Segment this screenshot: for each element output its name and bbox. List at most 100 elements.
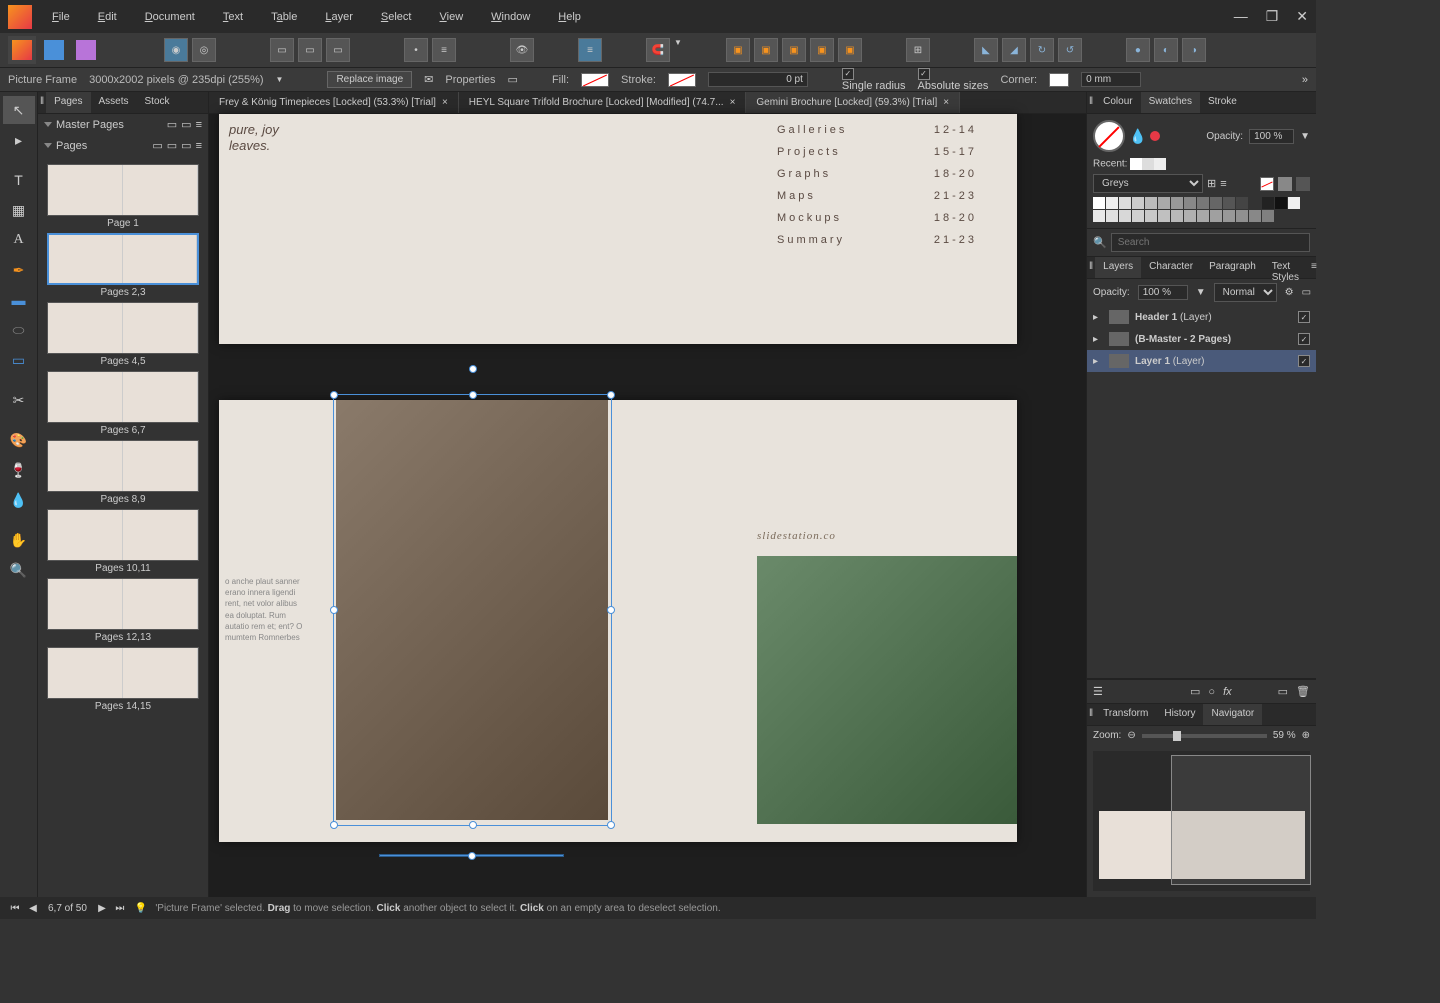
align-icon[interactable]: ⊞ (906, 38, 930, 62)
icon[interactable]: ○ (1208, 686, 1215, 698)
zoom-slider[interactable] (1142, 734, 1267, 738)
grey-swatch[interactable] (1171, 210, 1183, 222)
layer-row[interactable]: ▸(B-Master - 2 Pages) ✓ (1087, 328, 1316, 350)
grey-swatch[interactable] (1184, 197, 1196, 209)
stroke-width-input[interactable] (708, 72, 808, 87)
grey-swatch[interactable] (1145, 210, 1157, 222)
page-thumb[interactable]: Pages 14,15 (42, 647, 204, 712)
shape-icon[interactable]: ◐ (1154, 38, 1178, 62)
grey-swatch[interactable] (1106, 197, 1118, 209)
icon[interactable]: ▭ (1278, 685, 1288, 698)
icon[interactable]: ▭ (167, 118, 177, 131)
menu-help[interactable]: Help (558, 11, 581, 23)
page-thumb[interactable]: Pages 6,7 (42, 371, 204, 436)
selection-box[interactable] (333, 394, 612, 826)
tab-navigator[interactable]: Navigator (1203, 704, 1262, 725)
doc-tab[interactable]: Gemini Brochure [Locked] (59.3%) [Trial]… (746, 92, 960, 113)
corner-value-input[interactable] (1081, 72, 1141, 87)
stroke-swatch[interactable] (668, 73, 696, 87)
warning-icon[interactable]: 💡 (135, 903, 147, 914)
page-thumb[interactable]: Pages 8,9 (42, 440, 204, 505)
tool-icon[interactable]: • (404, 38, 428, 62)
node-tool[interactable]: ▸ (3, 126, 35, 154)
tool-icon[interactable]: ◉ (164, 38, 188, 62)
layer-row[interactable]: ▸Header 1 (Layer)✓ (1087, 306, 1316, 328)
menu-table[interactable]: Table (271, 11, 297, 23)
grey-swatch[interactable] (1210, 197, 1222, 209)
grey-swatch[interactable] (1249, 197, 1261, 209)
menu-text[interactable]: Text (223, 11, 243, 23)
last-page-button[interactable]: ⏭ (113, 901, 127, 915)
first-page-button[interactable]: ⏮ (8, 901, 22, 915)
gear-icon[interactable]: ⚙ (1285, 287, 1294, 298)
menu-layer[interactable]: Layer (325, 11, 353, 23)
tab-paragraph[interactable]: Paragraph (1201, 257, 1264, 278)
grey-swatch[interactable] (1223, 210, 1235, 222)
grey-swatch[interactable] (1197, 210, 1209, 222)
move-tool[interactable]: ↖ (3, 96, 35, 124)
frame-slider[interactable] (379, 854, 564, 857)
rectangle-tool[interactable]: ▬ (3, 286, 35, 314)
page-thumb[interactable]: Pages 4,5 (42, 302, 204, 367)
grey-swatch[interactable] (1262, 197, 1274, 209)
page-thumb[interactable]: Page 1 (42, 164, 204, 229)
layers-icon[interactable]: ☰ (1093, 685, 1103, 698)
link-icon[interactable]: ▭ (508, 73, 518, 86)
close-icon[interactable]: × (442, 97, 448, 108)
icon[interactable]: ▭ (181, 139, 191, 152)
grey-swatch[interactable] (1223, 197, 1235, 209)
tab-stroke[interactable]: Stroke (1200, 92, 1245, 113)
shape-icon[interactable]: ◑ (1182, 38, 1206, 62)
close-button[interactable]: ✕ (1296, 8, 1308, 25)
grey-swatch[interactable] (1262, 210, 1274, 222)
tab-transform[interactable]: Transform (1095, 704, 1156, 725)
tool-icon[interactable]: ◎ (192, 38, 216, 62)
page-thumb[interactable]: Pages 12,13 (42, 578, 204, 643)
eyedropper-icon[interactable]: 💧 (1129, 128, 1146, 145)
menu-select[interactable]: Select (381, 11, 412, 23)
icon[interactable]: ▭ (167, 139, 177, 152)
tab-swatches[interactable]: Swatches (1141, 92, 1200, 113)
rotate-icon[interactable]: ↻ (1030, 38, 1054, 62)
zoom-out-icon[interactable]: ⊖ (1127, 730, 1135, 741)
grey-swatch[interactable] (1171, 197, 1183, 209)
grey-swatch[interactable] (1249, 210, 1261, 222)
tab-colour[interactable]: Colour (1095, 92, 1140, 113)
icon[interactable]: ▭ (181, 118, 191, 131)
arrange-icon[interactable]: ▣ (726, 38, 750, 62)
grey-swatch[interactable] (1093, 210, 1105, 222)
menu-window[interactable]: Window (491, 11, 530, 23)
transparency-tool[interactable]: 🍷 (3, 456, 35, 484)
page-thumb[interactable]: Pages 10,11 (42, 509, 204, 574)
grey-swatch[interactable] (1132, 197, 1144, 209)
corner-type[interactable] (1049, 73, 1069, 87)
absolute-sizes-checkbox[interactable]: ✓ Absolute sizes (918, 68, 989, 92)
menu-edit[interactable]: Edit (98, 11, 117, 23)
tool-icon[interactable]: ≡ (578, 38, 602, 62)
navigator-preview[interactable] (1093, 751, 1310, 891)
grey-swatch[interactable] (1158, 210, 1170, 222)
doc-tab[interactable]: Frey & König Timepieces [Locked] (53.3%)… (209, 92, 459, 113)
arrange-icon[interactable]: ▣ (754, 38, 778, 62)
shape-icon[interactable]: ● (1126, 38, 1150, 62)
tab-pages[interactable]: Pages (46, 92, 90, 113)
flip-icon[interactable]: ◢ (1002, 38, 1026, 62)
grey-swatch[interactable] (1275, 197, 1287, 209)
grey-swatch[interactable] (1106, 210, 1118, 222)
persona-photo[interactable] (72, 36, 100, 64)
tool-icon[interactable]: ▭ (298, 38, 322, 62)
grey-swatch[interactable] (1288, 197, 1300, 209)
fill-color-circle[interactable] (1093, 120, 1125, 152)
grey-swatch[interactable] (1236, 197, 1248, 209)
tab-history[interactable]: History (1156, 704, 1203, 725)
frame-text-tool[interactable]: T (3, 166, 35, 194)
fill-swatch[interactable] (581, 73, 609, 87)
grey-swatch[interactable] (1093, 197, 1105, 209)
trash-icon[interactable]: 🗑 (1296, 685, 1310, 698)
icon[interactable]: ▭ (1190, 685, 1200, 698)
tab-stock[interactable]: Stock (137, 92, 178, 113)
tab-layers[interactable]: Layers (1095, 257, 1141, 278)
pen-tool[interactable]: ✒ (3, 256, 35, 284)
prev-page-button[interactable]: ◀ (26, 901, 40, 915)
grey-swatch[interactable] (1132, 210, 1144, 222)
